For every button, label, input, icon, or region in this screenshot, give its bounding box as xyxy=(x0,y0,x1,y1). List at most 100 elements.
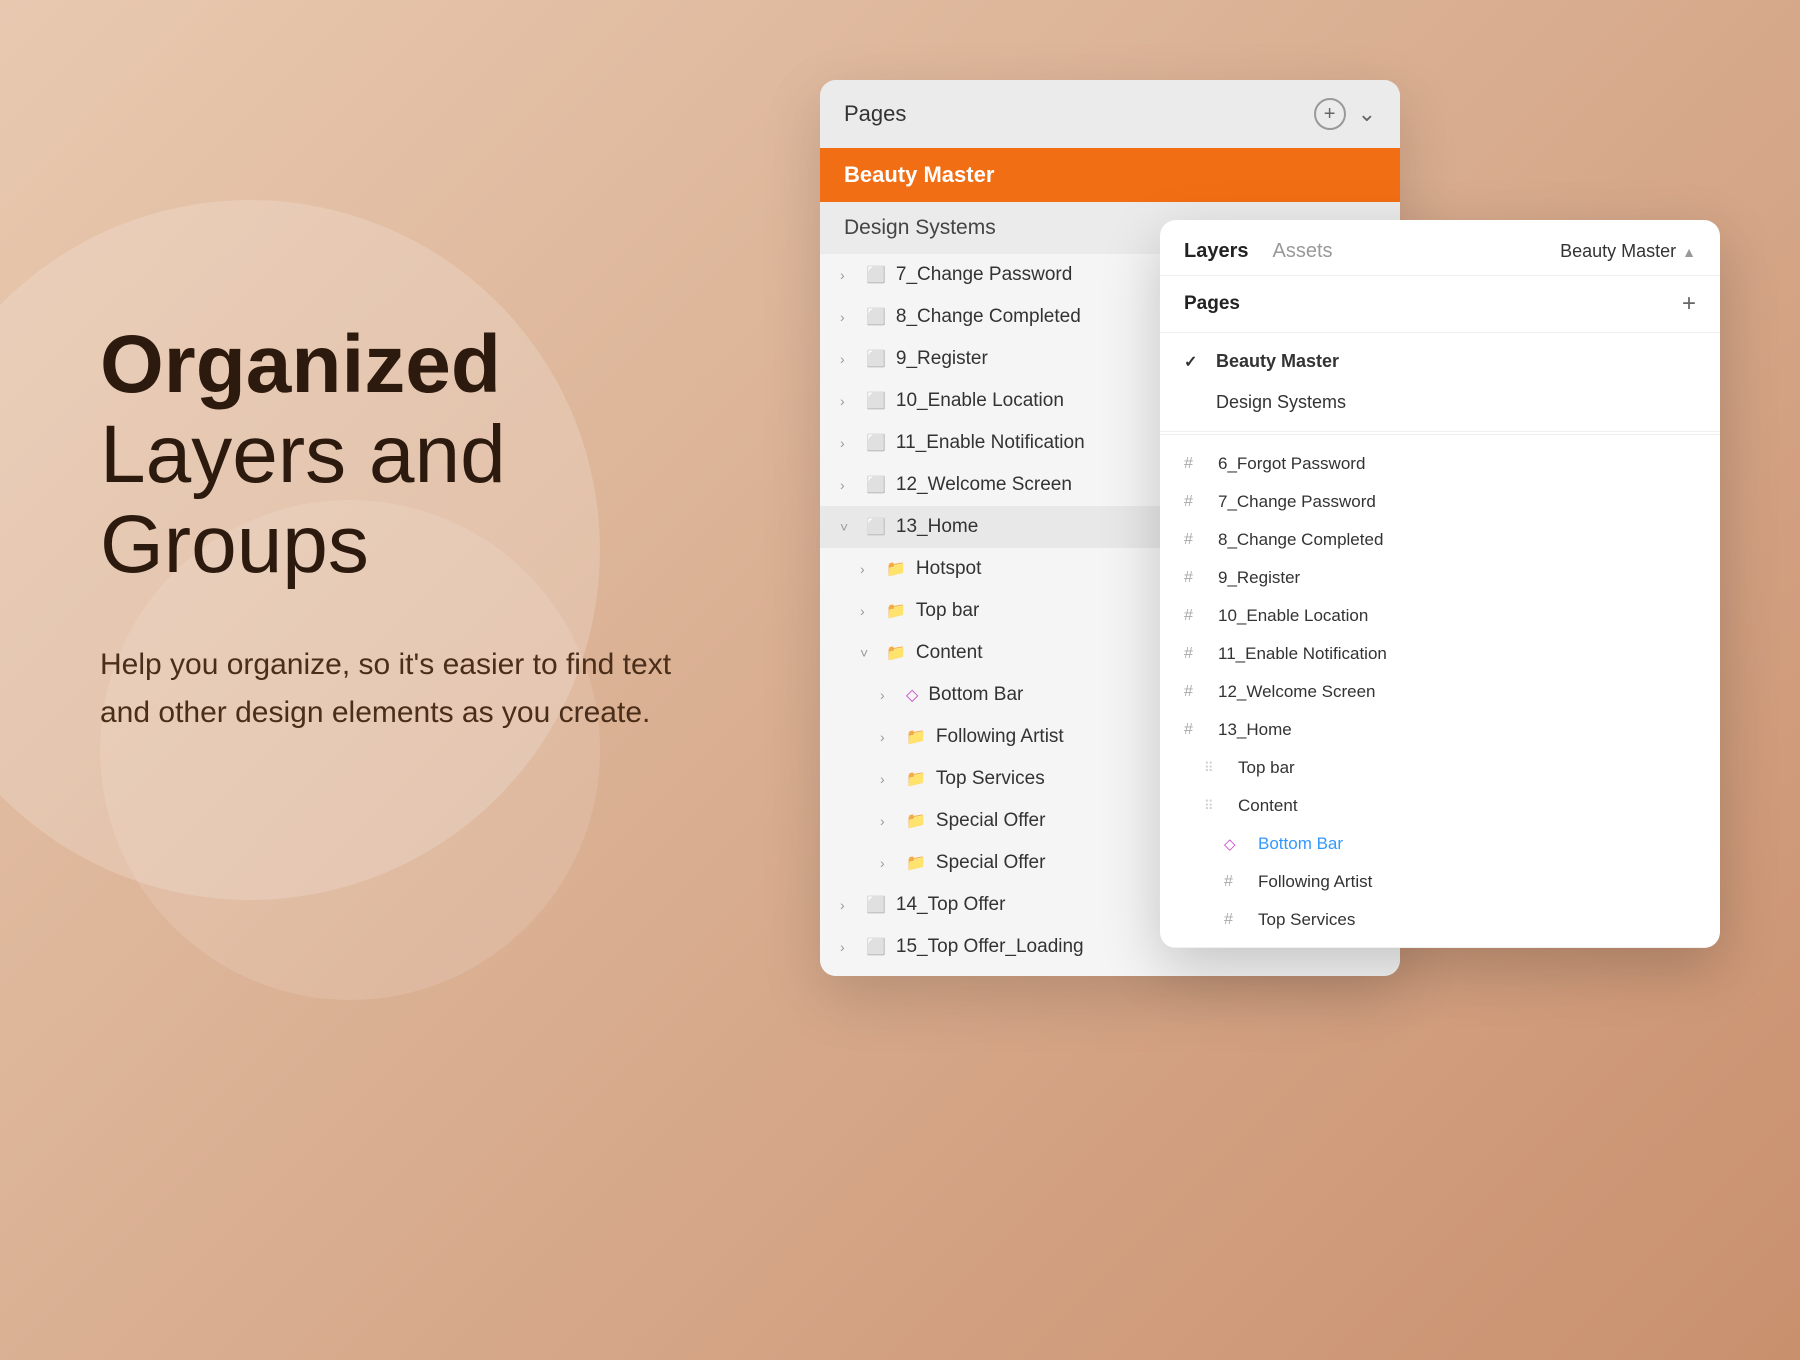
frame-icon: ⬜ xyxy=(866,475,886,495)
layers-panel-item[interactable]: # 8_Change Completed xyxy=(1160,521,1720,559)
layer-item-label: Content xyxy=(1238,796,1696,816)
chevron-icon: › xyxy=(840,393,856,409)
pages-panel-title: Pages xyxy=(844,101,906,127)
layer-item-label: 8_Change Completed xyxy=(1218,530,1696,550)
chevron-open-icon: ˅ xyxy=(860,645,876,661)
layer-item-label: 10_Enable Location xyxy=(1218,606,1696,626)
page-label: Design Systems xyxy=(1216,392,1346,413)
folder-icon: 📁 xyxy=(906,811,926,831)
layers-panel-item[interactable]: # 6_Forgot Password xyxy=(1160,445,1720,483)
chevron-icon: › xyxy=(840,351,856,367)
hash-icon: # xyxy=(1184,683,1204,701)
layer-item-label: 7_Change Password xyxy=(1218,492,1696,512)
page-item-beauty-master[interactable]: ✓ Beauty Master xyxy=(1160,341,1720,382)
chevron-icon: › xyxy=(840,309,856,325)
heading-normal: Layers and Groups xyxy=(100,410,780,590)
grid-icon: ⠿ xyxy=(1204,760,1224,776)
layer-item-label: 11_Enable Notification xyxy=(1218,644,1696,664)
layers-panel-pages-header: Pages + xyxy=(1160,276,1720,333)
layers-panel-item-top-services[interactable]: # Top Services xyxy=(1160,901,1720,939)
heading-bold: Organized xyxy=(100,320,780,410)
chevron-icon: › xyxy=(840,939,856,955)
layer-item-label: 9_Register xyxy=(1218,568,1696,588)
hash-icon: # xyxy=(1224,873,1244,891)
hash-icon: # xyxy=(1184,645,1204,663)
folder-icon: 📁 xyxy=(906,727,926,747)
panels-container: Pages + ⌄ Beauty Master Design Systems ›… xyxy=(820,80,1720,1280)
frame-icon: ⬜ xyxy=(866,307,886,327)
frame-icon: ⬜ xyxy=(866,937,886,957)
diamond-icon: ◇ xyxy=(1224,835,1244,853)
hash-icon: # xyxy=(1184,721,1204,739)
chevron-open-icon: ˅ xyxy=(840,519,856,535)
folder-icon: 📁 xyxy=(886,643,906,663)
hash-icon: # xyxy=(1184,569,1204,587)
chevron-icon: › xyxy=(880,729,896,745)
layers-panel-item-bottombar[interactable]: ◇ Bottom Bar xyxy=(1160,825,1720,863)
folder-icon: 📁 xyxy=(906,769,926,789)
tab-layers[interactable]: Layers xyxy=(1184,240,1249,263)
layer-item-label: 6_Forgot Password xyxy=(1218,454,1696,474)
add-page-icon[interactable]: + xyxy=(1314,98,1346,130)
pages-list: ✓ Beauty Master Design Systems xyxy=(1160,333,1720,432)
layers-panel-item-content[interactable]: ⠿ Content xyxy=(1160,787,1720,825)
layers-panel: Layers Assets Beauty Master ▲ Pages + ✓ … xyxy=(1160,220,1720,948)
chevron-icon: › xyxy=(880,813,896,829)
pages-panel-header: Pages + ⌄ xyxy=(820,80,1400,148)
folder-icon: 📁 xyxy=(886,559,906,579)
layers-panel-item-following-artist[interactable]: # Following Artist xyxy=(1160,863,1720,901)
layer-item-label: 13_Home xyxy=(1218,720,1696,740)
layers-panel-item-topbar[interactable]: ⠿ Top bar xyxy=(1160,749,1720,787)
collapse-icon[interactable]: ⌄ xyxy=(1358,101,1376,127)
folder-icon: 📁 xyxy=(886,601,906,621)
layer-item-label: Following Artist xyxy=(1258,872,1696,892)
frame-icon: ⬜ xyxy=(866,517,886,537)
chevron-icon: › xyxy=(880,771,896,787)
tab-assets[interactable]: Assets xyxy=(1273,240,1333,263)
separator xyxy=(1160,434,1720,435)
layers-panel-item[interactable]: # 11_Enable Notification xyxy=(1160,635,1720,673)
folder-icon: 📁 xyxy=(906,853,926,873)
checkmark-icon: ✓ xyxy=(1184,352,1204,372)
pages-panel-header-icons: + ⌄ xyxy=(1314,98,1376,130)
active-page-item[interactable]: Beauty Master xyxy=(820,148,1400,202)
chevron-icon: › xyxy=(840,477,856,493)
chevron-icon: › xyxy=(880,687,896,703)
chevron-icon: › xyxy=(840,267,856,283)
frame-icon: ⬜ xyxy=(866,265,886,285)
layers-section: # 6_Forgot Password # 7_Change Password … xyxy=(1160,437,1720,948)
inactive-page-label: Design Systems xyxy=(844,216,996,239)
chevron-icon: › xyxy=(860,603,876,619)
chevron-icon: › xyxy=(840,435,856,451)
description: Help you organize, so it's easier to fin… xyxy=(100,641,780,737)
layers-panel-item[interactable]: # 10_Enable Location xyxy=(1160,597,1720,635)
layers-panel-item-13-home[interactable]: # 13_Home xyxy=(1160,711,1720,749)
layer-item-label: Top Services xyxy=(1258,910,1696,930)
frame-icon: ⬜ xyxy=(866,349,886,369)
page-label: Beauty Master xyxy=(1216,351,1339,372)
layers-panel-item[interactable]: # 7_Change Password xyxy=(1160,483,1720,521)
chevron-up-icon: ▲ xyxy=(1682,244,1696,260)
hash-icon: # xyxy=(1184,531,1204,549)
layer-item-label: Bottom Bar xyxy=(1258,834,1696,854)
layers-panel-header: Layers Assets Beauty Master ▲ xyxy=(1160,220,1720,276)
layers-panel-page-title: Beauty Master ▲ xyxy=(1560,241,1696,262)
frame-icon: ⬜ xyxy=(866,391,886,411)
hash-icon: # xyxy=(1184,607,1204,625)
layers-panel-item[interactable]: # 9_Register xyxy=(1160,559,1720,597)
layers-panel-item[interactable]: # 12_Welcome Screen xyxy=(1160,673,1720,711)
diamond-icon: ◇ xyxy=(906,685,918,705)
hash-icon: # xyxy=(1224,911,1244,929)
frame-icon: ⬜ xyxy=(866,433,886,453)
add-page-button[interactable]: + xyxy=(1682,290,1696,318)
chevron-icon: › xyxy=(860,561,876,577)
layer-item-label: 12_Welcome Screen xyxy=(1218,682,1696,702)
hash-icon: # xyxy=(1184,493,1204,511)
page-item-design-systems[interactable]: Design Systems xyxy=(1160,382,1720,423)
grid-icon: ⠿ xyxy=(1204,798,1224,814)
active-page-label: Beauty Master xyxy=(844,162,994,187)
chevron-icon: › xyxy=(840,897,856,913)
frame-icon: ⬜ xyxy=(866,895,886,915)
hash-icon: # xyxy=(1184,455,1204,473)
chevron-icon: › xyxy=(880,855,896,871)
